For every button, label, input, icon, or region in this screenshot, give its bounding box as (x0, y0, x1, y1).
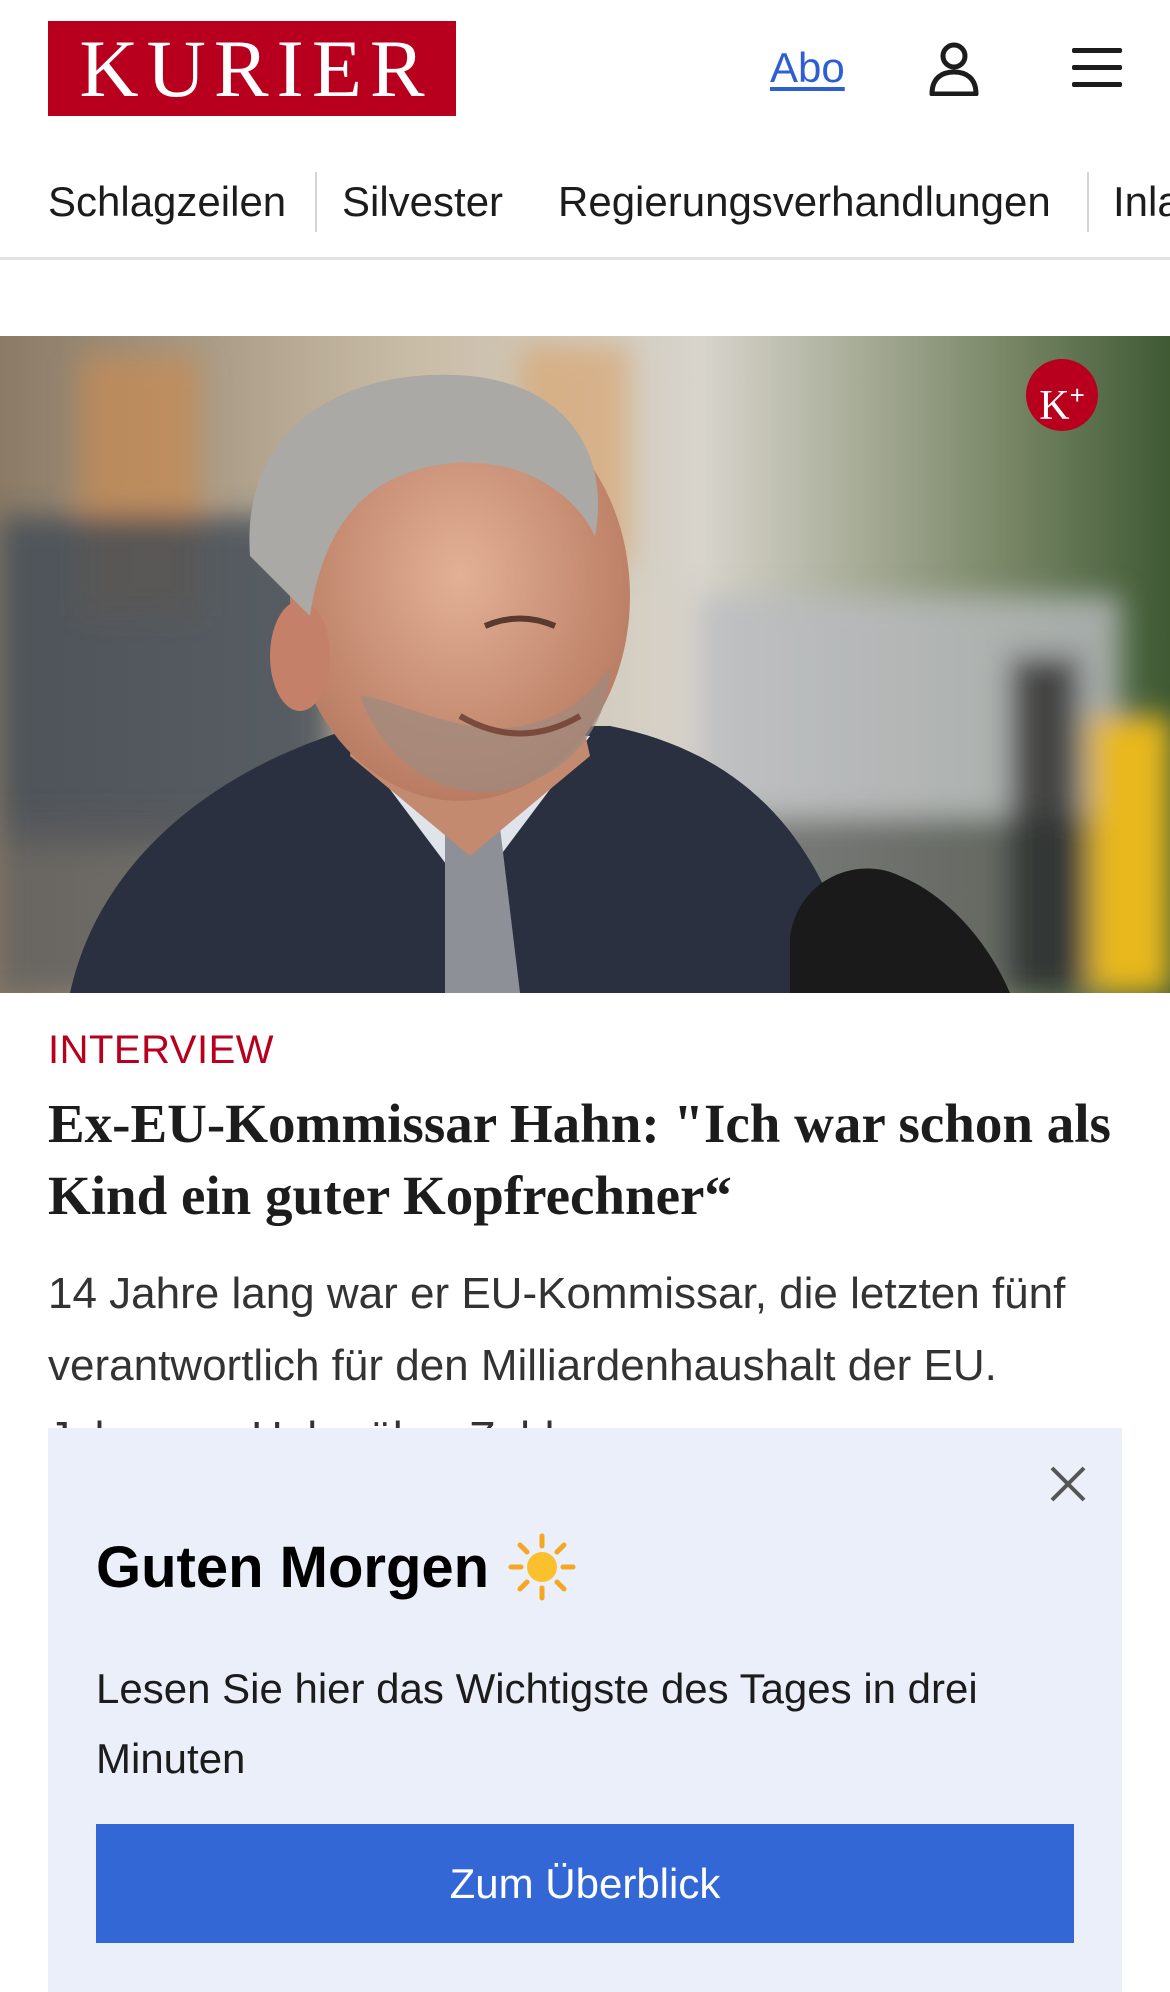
overlay-description: Lesen Sie hier das Wichtigste des Tages … (96, 1665, 978, 1782)
article-hero-image[interactable] (0, 336, 1170, 993)
nav-item-silvester[interactable]: Silvester (342, 178, 503, 226)
premium-badge: K+ (1026, 359, 1098, 431)
hamburger-menu-icon[interactable] (1070, 46, 1124, 90)
article-kicker: INTERVIEW (48, 1028, 275, 1072)
section-nav: Schlagzeilen Silvester Regierungsverhand… (0, 160, 1170, 260)
nav-divider (1087, 172, 1089, 232)
zum-ueberblick-button[interactable]: Zum Überblick (96, 1824, 1074, 1943)
premium-badge-plus: + (1069, 380, 1085, 410)
abo-link[interactable]: Abo (770, 44, 845, 92)
overlay-title: Guten Morgen (96, 1532, 577, 1602)
nav-item-regierungsverhandlungen[interactable]: Regierungsverhandlungen (558, 178, 1051, 226)
user-icon[interactable] (928, 42, 980, 96)
nav-item-schlagzeilen[interactable]: Schlagzeilen (48, 178, 286, 226)
site-header: KURIER Abo (0, 0, 1170, 138)
nav-divider (315, 172, 317, 232)
close-icon[interactable] (1046, 1462, 1090, 1506)
logo-text: KURIER (79, 22, 433, 114)
kurier-logo[interactable]: KURIER (48, 21, 456, 116)
sun-icon (508, 1533, 576, 1601)
overlay-title-text: Guten Morgen (96, 1534, 490, 1600)
article-teaser: 14 Jahre lang war er EU-Kommissar, die l… (48, 1269, 1066, 1430)
article-headline[interactable]: Ex-EU-Kommissar Hahn: "Ich war schon als… (48, 1088, 1128, 1232)
nav-item-inland[interactable]: Inla (1113, 178, 1170, 226)
premium-badge-letter: K (1039, 383, 1070, 429)
